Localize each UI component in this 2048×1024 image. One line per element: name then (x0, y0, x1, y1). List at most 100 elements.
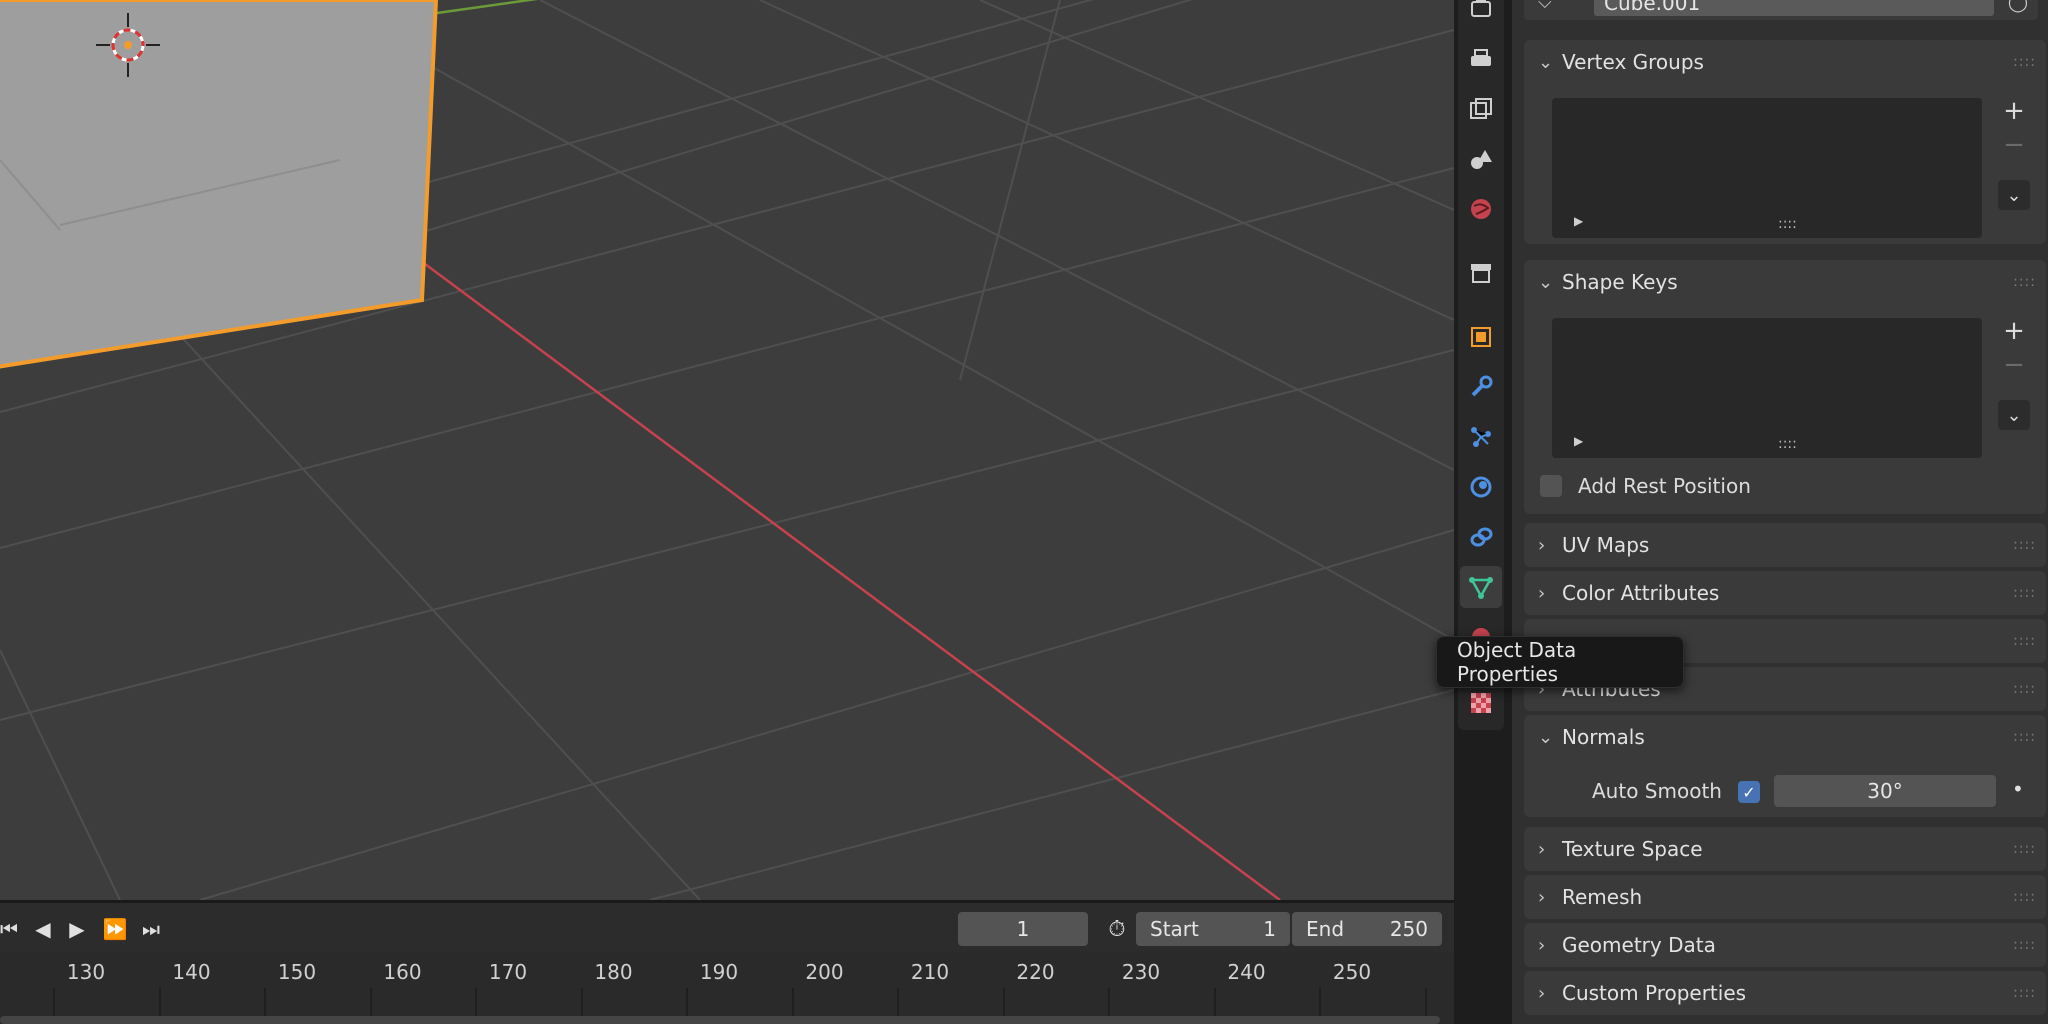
panel-header-normals[interactable]: ⌄ Normals :::: (1524, 715, 2046, 759)
mesh-data-icon: ⌵ (1538, 0, 1552, 13)
output-icon[interactable] (1460, 38, 1502, 80)
constraints-icon[interactable] (1460, 516, 1502, 558)
panel-vertex-groups: ⌄ Vertex Groups :::: ▶ :::: + − ⌄ (1524, 40, 2046, 244)
expand-filter-icon[interactable]: ▶ (1574, 214, 1583, 228)
timeline-scrollbar[interactable] (0, 1016, 1440, 1024)
panel-custom-properties[interactable]: › Custom Properties :::: (1524, 971, 2046, 1015)
drag-handle-icon[interactable]: :::: (2013, 889, 2036, 905)
start-frame-label: Start (1150, 917, 1199, 941)
panel-header-color-attributes[interactable]: › Color Attributes :::: (1524, 571, 2046, 615)
modifier-icon[interactable] (1460, 366, 1502, 408)
object-data-icon[interactable] (1460, 566, 1502, 608)
vertex-group-specials-button[interactable]: ⌄ (1998, 180, 2030, 210)
viewport-grid (0, 0, 1454, 900)
jump-next-keyframe-icon[interactable]: ⏩ (98, 914, 132, 944)
add-rest-position-checkbox[interactable] (1540, 475, 1562, 497)
frame-tick (369, 988, 372, 1018)
panel-remesh[interactable]: › Remesh :::: (1524, 875, 2046, 919)
play-icon[interactable]: ▶ (60, 914, 94, 944)
chevron-right-icon: › (1538, 982, 1546, 1004)
timeline-editor[interactable]: ⏮ ◀ ▶ ⏩ ⏭ 1 ⏱ Start 1 End 250 130 140 150 1… (0, 900, 1454, 1024)
frame-tick (158, 988, 161, 1018)
drag-handle-icon[interactable]: :::: (2013, 274, 2036, 290)
3d-viewport[interactable] (0, 0, 1454, 900)
panel-header-geometry-data[interactable]: › Geometry Data :::: (1524, 923, 2046, 967)
panel-header-vertex-groups[interactable]: ⌄ Vertex Groups :::: (1524, 40, 2046, 84)
jump-to-end-icon[interactable]: ⏭ (134, 914, 168, 944)
drag-handle-icon[interactable]: :::: (2013, 537, 2036, 553)
frame-tick-label: 150 (277, 960, 317, 984)
mesh-name-field[interactable]: Cube.001 (1594, 0, 1994, 16)
list-resize-handle-icon[interactable]: :::: (1778, 216, 1797, 232)
frame-tick (1108, 988, 1110, 1018)
auto-smooth-angle-field[interactable]: 30° (1774, 775, 1996, 807)
properties-tab-bar (1454, 0, 1512, 1024)
remove-shape-key-button[interactable]: − (1998, 350, 2030, 380)
drag-handle-icon[interactable]: :::: (2013, 633, 2036, 649)
checkmark-icon: ✓ (1742, 782, 1756, 802)
panel-header-shape-keys[interactable]: ⌄ Shape Keys :::: (1524, 260, 2046, 304)
vertex-group-list[interactable]: ▶ :::: (1552, 98, 1982, 238)
panel-normals: ⌄ Normals :::: Auto Smooth ✓ 30° • (1524, 715, 2046, 817)
scene-icon[interactable] (1460, 138, 1502, 180)
panel-header-texture-space[interactable]: › Texture Space :::: (1524, 827, 2046, 871)
mesh-datablock-selector[interactable]: ⌵ Cube.001 ◯ (1524, 0, 2038, 20)
particles-icon[interactable] (1460, 416, 1502, 458)
collection-icon[interactable] (1460, 252, 1502, 294)
jump-prev-keyframe-icon[interactable]: ◀ (26, 914, 60, 944)
end-frame-field[interactable]: End 250 (1292, 912, 1442, 946)
timeline-header: ⏮ ◀ ▶ ⏩ ⏭ 1 ⏱ Start 1 End 250 (0, 900, 1454, 952)
drag-handle-icon[interactable]: :::: (2013, 54, 2036, 70)
fake-user-shield-icon[interactable]: ◯ (2008, 0, 2028, 13)
panel-header-custom-properties[interactable]: › Custom Properties :::: (1524, 971, 2046, 1015)
timeline-ruler[interactable]: 130 140 150 160 170 180 190 200 210 220 230 240 250 (0, 952, 1454, 1024)
start-frame-field[interactable]: Start 1 (1136, 912, 1290, 946)
list-resize-handle-icon[interactable]: :::: (1778, 436, 1797, 452)
frame-tick (475, 988, 477, 1018)
panel-color-attributes[interactable]: › Color Attributes :::: (1524, 571, 2046, 615)
frame-tick-label: 130 (66, 960, 106, 984)
remove-vertex-group-button[interactable]: − (1998, 130, 2030, 160)
panel-title: Custom Properties (1562, 981, 1747, 1005)
panel-header-uv-maps[interactable]: › UV Maps :::: (1524, 523, 2046, 567)
panel-geometry-data[interactable]: › Geometry Data :::: (1524, 923, 2046, 967)
jump-to-start-icon[interactable]: ⏮ (0, 914, 26, 944)
panel-title: Color Attributes (1562, 581, 1720, 605)
current-frame-field[interactable]: 1 (958, 912, 1088, 946)
selected-cube (0, 0, 439, 369)
animate-property-dot-icon[interactable]: • (2012, 777, 2024, 801)
frame-tick (1213, 988, 1216, 1018)
object-icon[interactable] (1460, 316, 1502, 358)
texture-icon[interactable] (1460, 682, 1502, 724)
drag-handle-icon[interactable]: :::: (2013, 985, 2036, 1001)
drag-handle-icon[interactable]: :::: (2013, 585, 2036, 601)
add-rest-position-label: Add Rest Position (1578, 474, 1751, 498)
drag-handle-icon[interactable]: :::: (2013, 729, 2036, 745)
panel-header-remesh[interactable]: › Remesh :::: (1524, 875, 2046, 919)
panel-title: Normals (1562, 725, 1645, 749)
physics-icon[interactable] (1460, 466, 1502, 508)
drag-handle-icon[interactable]: :::: (2013, 937, 2036, 953)
tab-tooltip: Object Data Properties (1436, 636, 1684, 688)
panel-title: UV Maps (1562, 533, 1650, 557)
render-icon[interactable] (1460, 0, 1502, 30)
auto-smooth-checkbox[interactable]: ✓ (1738, 781, 1760, 803)
panel-texture-space[interactable]: › Texture Space :::: (1524, 827, 2046, 871)
panel-uv-maps[interactable]: › UV Maps :::: (1524, 523, 2046, 567)
frame-tick-label: 190 (699, 960, 739, 984)
shape-key-list[interactable]: ▶ :::: (1552, 318, 1982, 458)
frame-tick-label: 180 (594, 960, 633, 984)
drag-handle-icon[interactable]: :::: (2013, 841, 2036, 857)
start-frame-value: 1 (1263, 917, 1276, 941)
chevron-down-icon: ⌄ (1538, 51, 1554, 73)
drag-handle-icon[interactable]: :::: (2013, 681, 2036, 697)
add-shape-key-button[interactable]: + (1998, 316, 2030, 346)
shape-key-specials-button[interactable]: ⌄ (1998, 400, 2030, 430)
stopwatch-icon[interactable]: ⏱ (1100, 914, 1134, 944)
add-vertex-group-button[interactable]: + (1998, 96, 2030, 126)
chevron-down-icon: ⌄ (1538, 271, 1554, 293)
chevron-down-icon: ⌄ (1538, 726, 1554, 748)
world-icon[interactable] (1460, 188, 1502, 230)
expand-filter-icon[interactable]: ▶ (1574, 434, 1583, 448)
view-layer-icon[interactable] (1460, 88, 1502, 130)
